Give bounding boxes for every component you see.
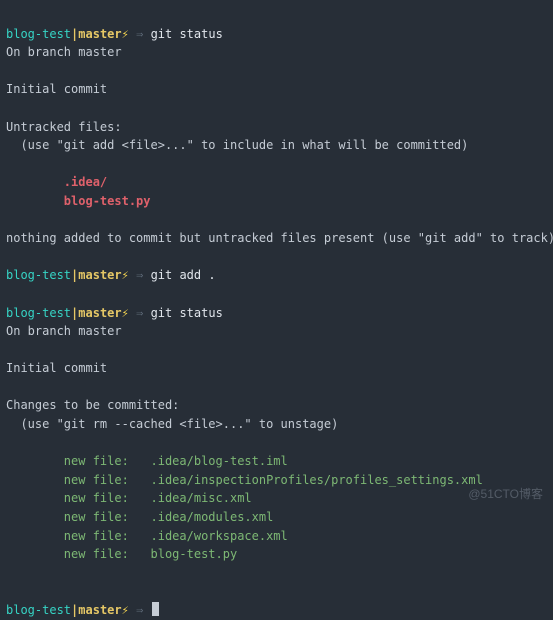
untracked-file: blog-test.py bbox=[6, 192, 547, 211]
nothing-added: nothing added to commit but untracked fi… bbox=[6, 229, 547, 248]
new-file-line: new file: .idea/misc.xml bbox=[6, 489, 547, 508]
untracked-hint: (use "git add <file>..." to include in w… bbox=[6, 136, 547, 155]
prompt-line-2: blog-test|master⚡ ⇒ git add . bbox=[6, 248, 547, 285]
new-file-line: new file: blog-test.py bbox=[6, 545, 547, 564]
cursor[interactable] bbox=[152, 602, 159, 616]
arrow-icon: ⇒ bbox=[129, 268, 151, 282]
lightning-icon: ⚡ bbox=[122, 268, 129, 282]
new-file-line: new file: .idea/modules.xml bbox=[6, 508, 547, 527]
lightning-icon: ⚡ bbox=[122, 603, 129, 617]
lightning-icon: ⚡ bbox=[122, 306, 129, 320]
prompt-line-3: blog-test|master⚡ ⇒ git status bbox=[6, 285, 547, 322]
arrow-icon: ⇒ bbox=[129, 306, 151, 320]
changes-header: Changes to be committed: bbox=[6, 396, 547, 415]
output-on-branch: On branch master bbox=[6, 43, 547, 62]
command-text: git status bbox=[151, 27, 223, 41]
terminal[interactable]: blog-test|master⚡ ⇒ git status On branch… bbox=[6, 6, 547, 620]
pwd: blog-test bbox=[6, 268, 71, 282]
new-file-line: new file: .idea/inspectionProfiles/profi… bbox=[6, 471, 547, 490]
output-on-branch: On branch master bbox=[6, 322, 547, 341]
output-initial-commit: Initial commit bbox=[6, 80, 547, 99]
arrow-icon: ⇒ bbox=[129, 603, 151, 617]
branch: master bbox=[78, 306, 121, 320]
new-file-line: new file: .idea/workspace.xml bbox=[6, 527, 547, 546]
prompt-line-4: blog-test|master⚡ ⇒ bbox=[6, 582, 547, 619]
pwd: blog-test bbox=[6, 603, 71, 617]
untracked-file: .idea/ bbox=[6, 173, 547, 192]
lightning-icon: ⚡ bbox=[122, 27, 129, 41]
branch: master bbox=[78, 268, 121, 282]
separator: | bbox=[71, 603, 78, 617]
pwd: blog-test bbox=[6, 306, 71, 320]
branch: master bbox=[78, 27, 121, 41]
prompt-line-1: blog-test|master⚡ ⇒ git status bbox=[6, 6, 547, 43]
untracked-header: Untracked files: bbox=[6, 118, 547, 137]
unstage-hint: (use "git rm --cached <file>..." to unst… bbox=[6, 415, 547, 434]
branch: master bbox=[78, 603, 121, 617]
command-text: git add . bbox=[151, 268, 216, 282]
command-text: git status bbox=[151, 306, 223, 320]
pwd: blog-test bbox=[6, 27, 71, 41]
output-initial-commit: Initial commit bbox=[6, 359, 547, 378]
arrow-icon: ⇒ bbox=[129, 27, 151, 41]
new-file-line: new file: .idea/blog-test.iml bbox=[6, 452, 547, 471]
